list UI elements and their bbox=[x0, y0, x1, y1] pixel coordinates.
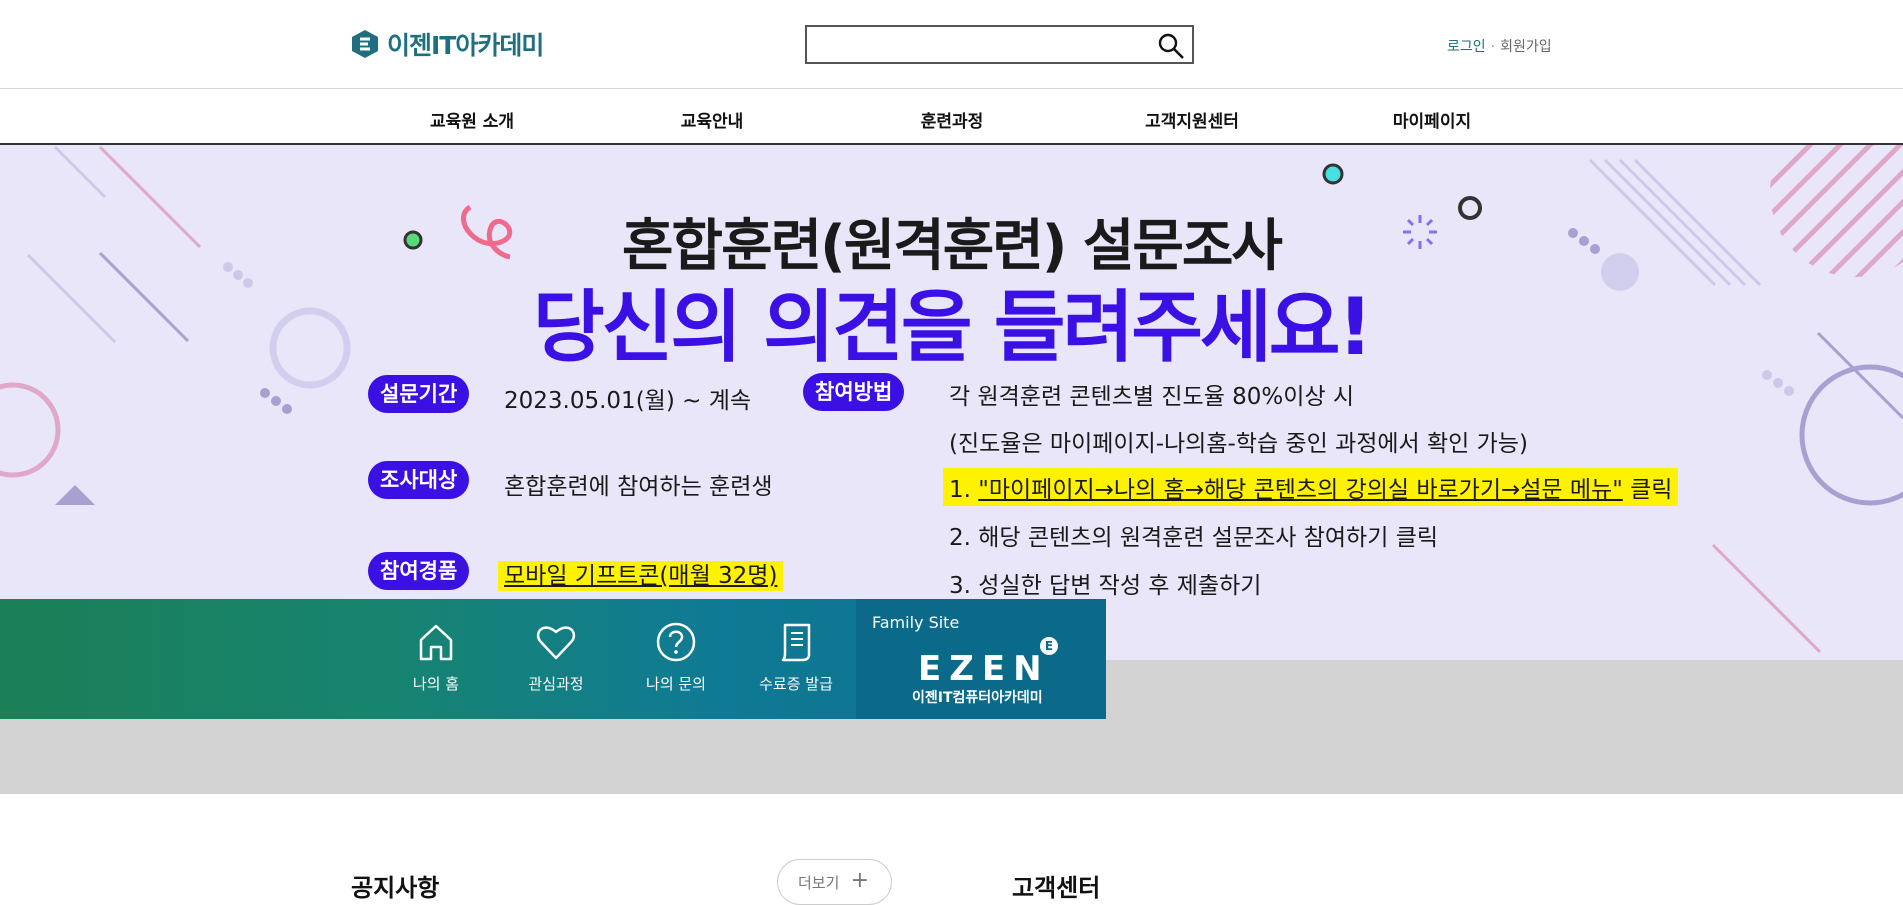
method-line2: (진도율은 마이페이지-나의홈-학습 중인 과정에서 확인 가능) bbox=[949, 431, 1528, 457]
heart-icon bbox=[536, 626, 576, 660]
prize-label: 참여경품 bbox=[368, 552, 470, 590]
member-links: 로그인 · 회원가입 bbox=[1447, 36, 1552, 56]
search-box bbox=[805, 25, 1194, 64]
family-site[interactable]: Family Site EZEN E 이젠IT컴퓨터아카데미 bbox=[856, 599, 1106, 719]
main-navigation: 교육원 소개 교육안내 훈련과정 고객지원센터 마이페이지 bbox=[0, 89, 1903, 145]
quick-my-inquiry[interactable]: 나의 문의 bbox=[621, 621, 731, 694]
signup-link[interactable]: 회원가입 bbox=[1500, 39, 1552, 55]
ezen-logo: EZEN bbox=[918, 649, 1050, 689]
banner-headline: 당신의 의견을 들려주세요! bbox=[532, 283, 1373, 373]
target-value: 혼합훈련에 참여하는 훈련생 bbox=[504, 474, 773, 500]
site-header: 이젠IT아카데미 로그인 · 회원가입 bbox=[0, 0, 1903, 89]
plus-icon: + bbox=[850, 868, 869, 893]
notice-more-button[interactable]: 더보기 + bbox=[777, 859, 892, 905]
target-label: 조사대상 bbox=[368, 461, 470, 499]
more-label: 더보기 bbox=[798, 874, 840, 892]
quick-menu: 나의 홈 관심과정 나의 문의 수료증 발급 Family Site EZEN … bbox=[0, 599, 1106, 719]
customer-center-title: 고객센터 bbox=[1012, 874, 1101, 902]
nav-item-courses[interactable]: 훈련과정 bbox=[921, 107, 984, 132]
prize-value: 모바일 기프트콘(매월 32명) bbox=[498, 556, 784, 591]
step1-number: 1. bbox=[949, 477, 971, 503]
survey-banner[interactable]: 혼합훈련(원격훈련) 설문조사 당신의 의견을 들려주세요! 설문기간 2023… bbox=[0, 145, 1903, 660]
period-label: 설문기간 bbox=[368, 375, 470, 413]
prize-highlight: 모바일 기프트콘(매월 32명) bbox=[498, 561, 784, 591]
quick-my-home-label: 나의 홈 bbox=[412, 675, 460, 693]
search-input[interactable] bbox=[807, 27, 1147, 62]
method-step3: 3. 성실한 답변 작성 후 제출하기 bbox=[949, 573, 1262, 599]
question-icon bbox=[656, 622, 696, 662]
quick-my-home[interactable]: 나의 홈 bbox=[381, 621, 491, 694]
notice-title: 공지사항 bbox=[351, 874, 440, 902]
nav-item-support[interactable]: 고객지원센터 bbox=[1145, 107, 1239, 132]
nav-item-education-info[interactable]: 교육안내 bbox=[681, 107, 744, 132]
quick-certificate-label: 수료증 발급 bbox=[759, 675, 833, 693]
ezen-badge-icon: E bbox=[1040, 637, 1058, 655]
method-step1: 1. "마이페이지→나의 홈→해당 콘텐츠의 강의실 바로가기→설문 메뉴" 클… bbox=[943, 468, 1679, 506]
quick-certificate[interactable]: 수료증 발급 bbox=[741, 621, 851, 694]
family-site-label: Family Site bbox=[872, 613, 960, 632]
site-logo[interactable]: 이젠IT아카데미 bbox=[351, 26, 544, 62]
period-value: 2023.05.01(월) ~ 계속 bbox=[504, 388, 752, 414]
separator: · bbox=[1490, 39, 1496, 55]
nav-item-about[interactable]: 교육원 소개 bbox=[430, 107, 514, 132]
nav-item-mypage[interactable]: 마이페이지 bbox=[1393, 107, 1471, 132]
quick-interest-label: 관심과정 bbox=[528, 675, 584, 693]
ezen-logo-sub: 이젠IT컴퓨터아카데미 bbox=[912, 690, 1043, 706]
document-icon bbox=[781, 623, 811, 662]
home-icon bbox=[419, 624, 453, 661]
login-link[interactable]: 로그인 bbox=[1447, 39, 1486, 55]
method-step2: 2. 해당 콘텐츠의 원격훈련 설문조사 참여하기 클릭 bbox=[949, 525, 1439, 551]
method-line1: 각 원격훈련 콘텐츠별 진도율 80%이상 시 bbox=[949, 384, 1355, 410]
quick-interest-courses[interactable]: 관심과정 bbox=[501, 621, 611, 694]
logo-mark-icon bbox=[352, 30, 378, 58]
logo-text: 이젠IT아카데미 bbox=[387, 31, 544, 60]
search-icon[interactable] bbox=[1156, 31, 1186, 61]
method-label: 참여방법 bbox=[803, 373, 905, 411]
step1-suffix: 클릭 bbox=[1630, 477, 1673, 503]
step1-path: "마이페이지→나의 홈→해당 콘텐츠의 강의실 바로가기→설문 메뉴" bbox=[978, 477, 1623, 503]
quick-inquiry-label: 나의 문의 bbox=[646, 675, 706, 693]
